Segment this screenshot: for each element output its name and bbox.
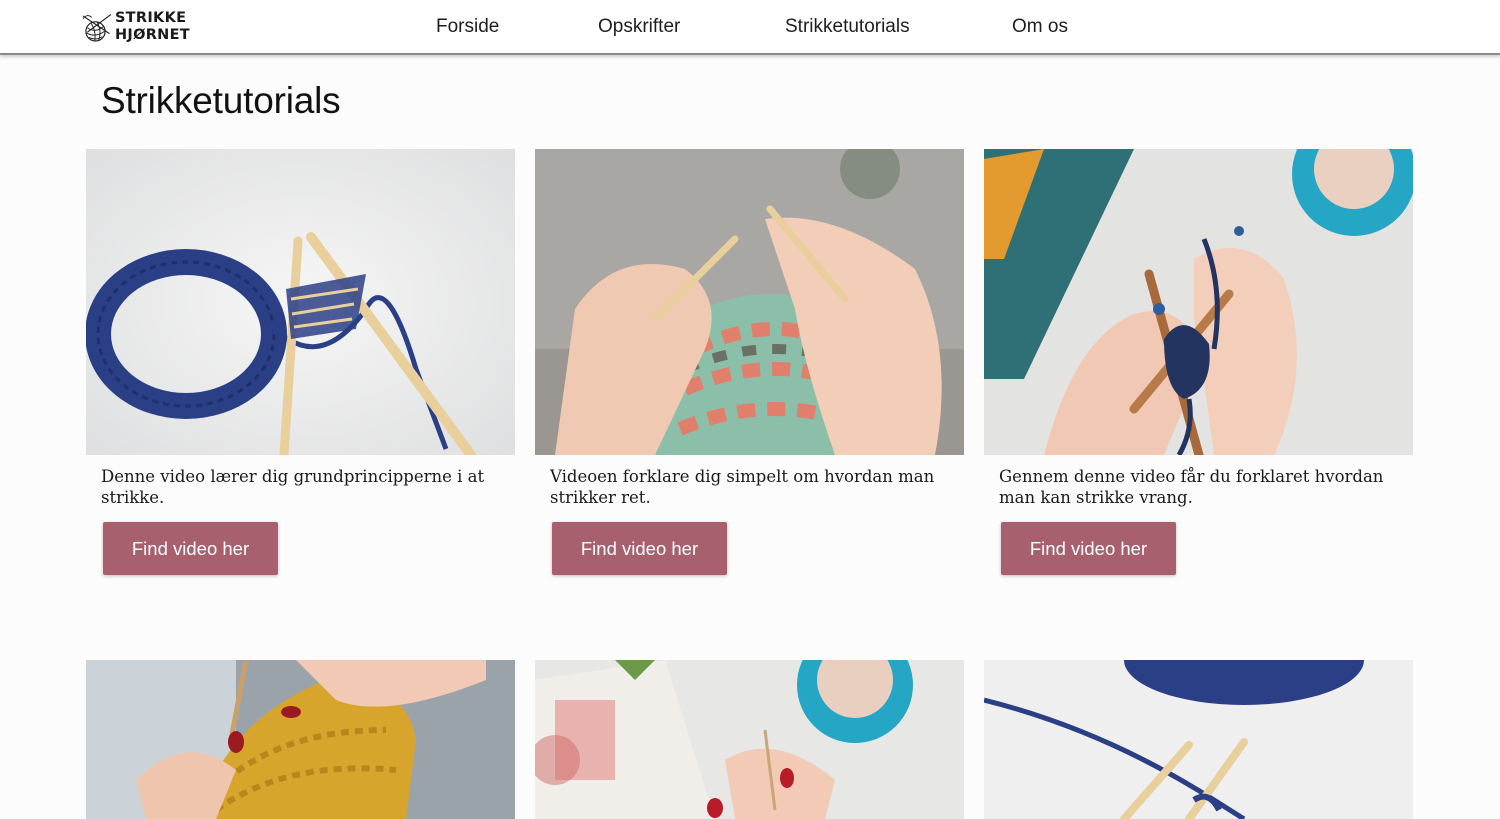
tutorial-3-find-video-button[interactable]: Find video her	[1001, 522, 1176, 575]
tutorial-1-description: Denne video lærer dig grundprincipperne …	[101, 467, 485, 507]
tutorial-6-photo	[984, 660, 1413, 819]
brand-wordmark: STRIKKE HJØRNET	[115, 10, 190, 44]
top-navbar: STRIKKE HJØRNET Forside Opskrifter Strik…	[0, 0, 1500, 55]
tutorial-1-find-video-button[interactable]: Find video her	[103, 522, 278, 575]
nav-link-forside[interactable]: Forside	[436, 16, 499, 38]
nav-link-om-os[interactable]: Om os	[1012, 16, 1068, 38]
tutorial-5-photo	[535, 660, 964, 819]
page-title: Strikketutorials	[101, 80, 341, 121]
nav-link-opskrifter[interactable]: Opskrifter	[598, 16, 680, 38]
brand-logo[interactable]: STRIKKE HJØRNET	[80, 6, 190, 48]
yarn-ball-logo-icon	[82, 13, 112, 42]
tutorial-3-description: Gennem denne video får du forklaret hvor…	[999, 467, 1384, 507]
tutorial-2-find-video-button[interactable]: Find video her	[552, 522, 727, 575]
tutorial-2-description: Videoen forklare dig simpelt om hvordan …	[550, 467, 935, 507]
tutorial-3-photo	[984, 149, 1413, 455]
brand-line-2: HJØRNET	[114, 27, 190, 43]
nav-link-strikketutorials[interactable]: Strikketutorials	[785, 16, 910, 38]
tutorial-1-photo	[86, 149, 515, 455]
tutorial-2-photo	[535, 149, 964, 455]
brand-line-1: STRIKKE	[114, 10, 187, 26]
tutorial-4-photo	[86, 660, 515, 819]
